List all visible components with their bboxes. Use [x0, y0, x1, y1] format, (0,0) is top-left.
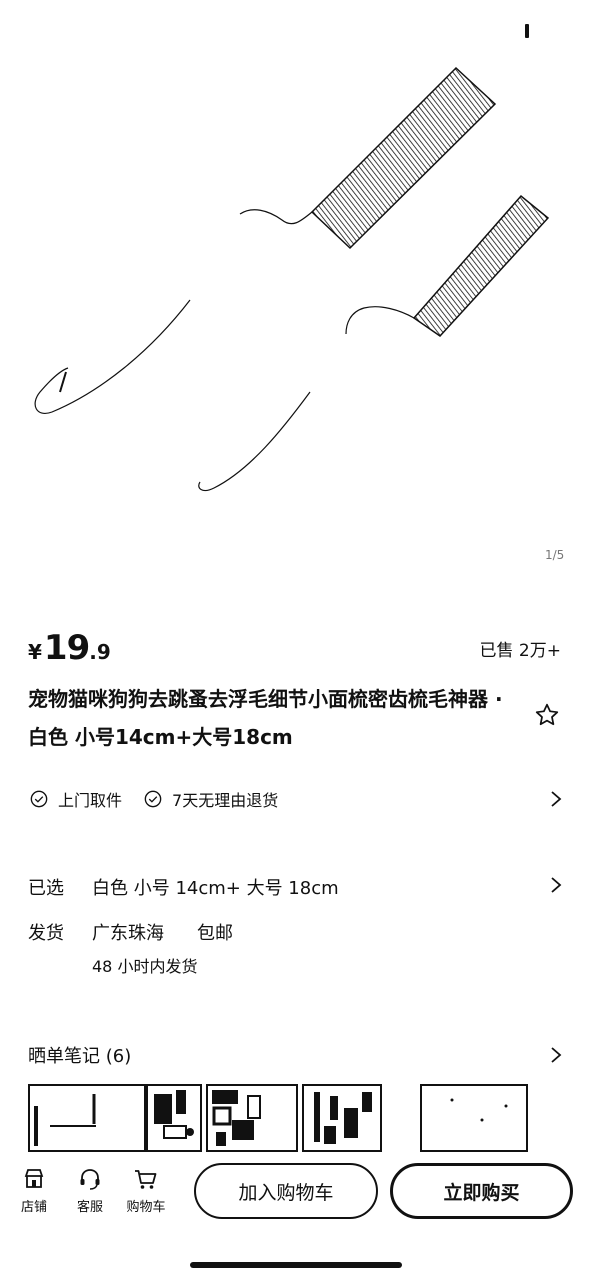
product-title: 宠物猫咪狗狗去跳蚤去浮毛细节小面梳密齿梳毛神器 · 白色 小号14cm+大号18…: [28, 687, 503, 749]
selected-label: 已选: [28, 878, 64, 899]
store-icon: [24, 1169, 44, 1188]
chevron-right-icon[interactable]: [550, 1046, 562, 1064]
thumbnail-image: [212, 1090, 261, 1146]
status-indicator: [525, 24, 529, 38]
service-label: 7天无理由退货: [172, 791, 279, 810]
price-decimal: .9: [89, 640, 111, 664]
review-thumbnail[interactable]: [302, 1084, 382, 1152]
currency-symbol: ¥: [28, 640, 42, 664]
thumbnail-image: [154, 1090, 194, 1139]
sold-count: 已售 2万+: [479, 641, 561, 661]
tab-label: 店铺: [20, 1200, 47, 1215]
shipping-time: 48 小时内发货: [92, 957, 198, 976]
tab-store[interactable]: 店铺: [10, 1166, 58, 1215]
cart-icon: [135, 1170, 157, 1189]
favorite-star-icon[interactable]: [534, 702, 560, 728]
selected-spec[interactable]: 白色 小号 14cm+ 大号 18cm: [92, 874, 339, 900]
service-item-pickup: 上门取件: [30, 787, 122, 811]
price-integer: 19: [43, 628, 90, 668]
service-item-return: 7天无理由退货: [144, 787, 278, 811]
thumbnail-image: [34, 1094, 96, 1146]
review-thumbnail[interactable]: [420, 1084, 528, 1152]
service-label: 上门取件: [58, 791, 123, 810]
shipping-origin: 广东珠海: [92, 923, 164, 944]
buy-now-button[interactable]: 立即购买: [390, 1163, 573, 1219]
image-counter: 1/5: [545, 548, 565, 562]
review-thumbnail[interactable]: [28, 1084, 146, 1152]
review-thumbnail[interactable]: [146, 1084, 202, 1152]
comb-illustration: [34, 66, 550, 492]
tab-cart[interactable]: 购物车: [122, 1166, 170, 1215]
price: ¥ 19 .9: [28, 628, 111, 668]
service-guarantees[interactable]: 上门取件 7天无理由退货: [30, 786, 565, 812]
check-circle-icon: [144, 790, 162, 808]
tab-label: 购物车: [126, 1200, 166, 1215]
review-thumbnails: [28, 1084, 588, 1152]
shipping-fee: 包邮: [197, 923, 233, 944]
review-notes-title[interactable]: 晒单笔记 (6): [28, 1042, 131, 1068]
tab-label: 客服: [76, 1200, 103, 1215]
product-image[interactable]: 1/5: [0, 0, 591, 600]
review-thumbnail[interactable]: [206, 1084, 298, 1152]
tab-customer-service[interactable]: 客服: [66, 1166, 114, 1215]
headset-icon: [80, 1169, 100, 1190]
home-indicator: [190, 1262, 402, 1268]
thumbnail-image: [450, 1098, 508, 1122]
shipping-label: 发货: [28, 923, 64, 944]
chevron-right-icon[interactable]: [550, 876, 562, 894]
bottom-action-bar: 店铺 客服 购物车 加入购物车 立即购买: [0, 1152, 591, 1232]
chevron-right-icon[interactable]: [550, 790, 562, 808]
thumbnail-image: [314, 1092, 372, 1144]
check-circle-icon: [30, 790, 48, 808]
add-to-cart-button[interactable]: 加入购物车: [194, 1163, 378, 1219]
